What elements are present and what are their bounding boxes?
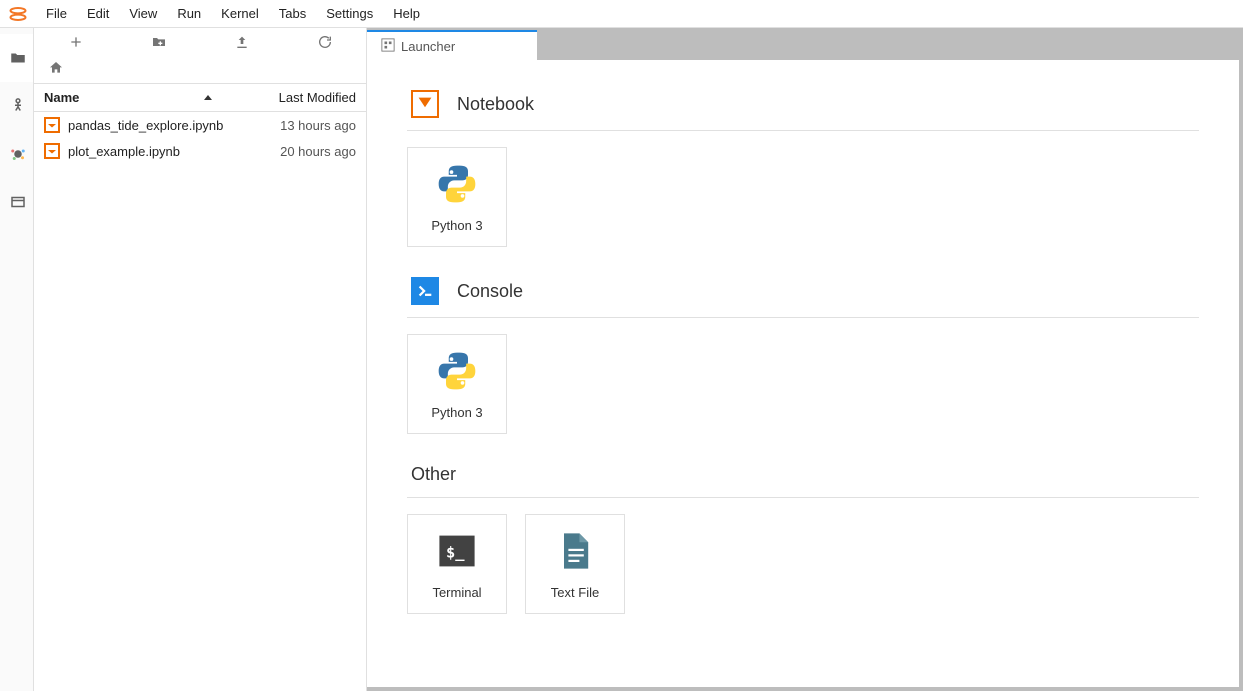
menubar: File Edit View Run Kernel Tabs Settings … xyxy=(0,0,1243,28)
menu-file[interactable]: File xyxy=(36,2,77,25)
file-name: plot_example.ipynb xyxy=(68,144,236,159)
section-title: Console xyxy=(457,281,523,302)
new-folder-button[interactable] xyxy=(117,34,200,50)
launch-notebook-python3[interactable]: Python 3 xyxy=(407,147,507,247)
section-other: Other $_ Terminal Text File xyxy=(407,464,1199,614)
launcher-tab-icon xyxy=(381,38,395,55)
file-modified: 20 hours ago xyxy=(236,144,356,159)
menu-tabs[interactable]: Tabs xyxy=(269,2,316,25)
tab-label: Launcher xyxy=(401,39,455,54)
file-row[interactable]: pandas_tide_explore.ipynb 13 hours ago xyxy=(34,112,366,138)
launch-terminal[interactable]: $_ Terminal xyxy=(407,514,507,614)
menu-kernel[interactable]: Kernel xyxy=(211,2,269,25)
launcher-content: Notebook Python 3 Co xyxy=(367,60,1239,687)
card-label: Python 3 xyxy=(431,218,482,233)
tabbar: Launcher xyxy=(367,30,1243,60)
textfile-icon xyxy=(553,529,597,573)
svg-text:$_: $_ xyxy=(446,543,465,561)
section-divider xyxy=(407,497,1199,498)
breadcrumb[interactable] xyxy=(34,56,366,84)
menu-run[interactable]: Run xyxy=(167,2,211,25)
section-title: Notebook xyxy=(457,94,534,115)
menu-help[interactable]: Help xyxy=(383,2,430,25)
menu-edit[interactable]: Edit xyxy=(77,2,119,25)
section-notebook: Notebook Python 3 xyxy=(407,90,1199,247)
filebrowser-toolbar xyxy=(34,28,366,56)
menu-view[interactable]: View xyxy=(119,2,167,25)
notebook-icon xyxy=(44,117,60,133)
launch-textfile[interactable]: Text File xyxy=(525,514,625,614)
upload-button[interactable] xyxy=(200,34,283,50)
notebook-section-icon xyxy=(411,90,439,118)
activity-commands[interactable] xyxy=(0,130,33,178)
card-label: Python 3 xyxy=(431,405,482,420)
section-title: Other xyxy=(411,464,456,485)
activity-tabs[interactable] xyxy=(0,178,33,226)
launch-console-python3[interactable]: Python 3 xyxy=(407,334,507,434)
refresh-button[interactable] xyxy=(283,34,366,50)
activity-bar xyxy=(0,28,34,691)
column-name[interactable]: Name xyxy=(34,90,236,105)
tab-launcher[interactable]: Launcher xyxy=(367,30,537,60)
menu-settings[interactable]: Settings xyxy=(316,2,383,25)
file-name: pandas_tide_explore.ipynb xyxy=(68,118,236,133)
section-divider xyxy=(407,130,1199,131)
filebrowser-panel: Name Last Modified pandas_tide_explore.i… xyxy=(34,28,367,691)
column-name-label: Name xyxy=(44,90,79,105)
activity-filebrowser[interactable] xyxy=(0,34,33,82)
dock-panel: Launcher Notebook Python 3 xyxy=(367,28,1243,691)
jupyter-logo-icon xyxy=(8,4,28,24)
python-icon xyxy=(435,349,479,393)
notebook-icon xyxy=(44,143,60,159)
sort-caret-icon xyxy=(204,95,212,100)
home-icon xyxy=(48,60,64,79)
file-modified: 13 hours ago xyxy=(236,118,356,133)
file-row[interactable]: plot_example.ipynb 20 hours ago xyxy=(34,138,366,164)
filebrowser-list: pandas_tide_explore.ipynb 13 hours ago p… xyxy=(34,112,366,691)
card-label: Text File xyxy=(551,585,599,600)
terminal-icon: $_ xyxy=(435,529,479,573)
activity-running[interactable] xyxy=(0,82,33,130)
column-modified[interactable]: Last Modified xyxy=(236,90,366,105)
section-divider xyxy=(407,317,1199,318)
card-label: Terminal xyxy=(432,585,481,600)
python-icon xyxy=(435,162,479,206)
filebrowser-header: Name Last Modified xyxy=(34,84,366,112)
section-console: Console Python 3 xyxy=(407,277,1199,434)
console-section-icon xyxy=(411,277,439,305)
new-launcher-button[interactable] xyxy=(34,34,117,50)
